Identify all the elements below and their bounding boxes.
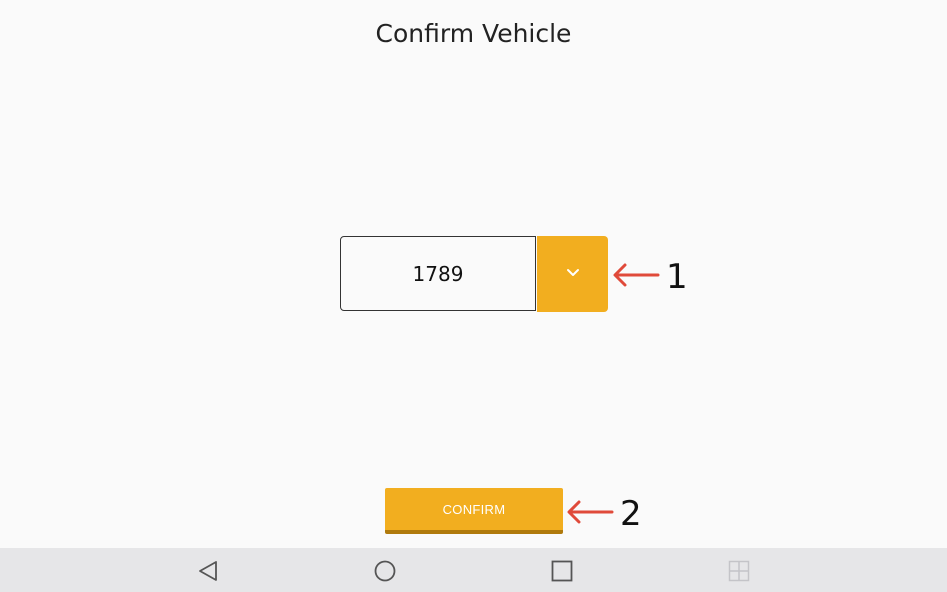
arrow-left-icon xyxy=(612,257,660,297)
split-screen-icon[interactable] xyxy=(726,558,752,584)
back-icon[interactable] xyxy=(195,558,221,584)
system-navigation-bar xyxy=(0,548,947,592)
recents-icon[interactable] xyxy=(549,558,575,584)
confirm-button[interactable]: CONFIRM xyxy=(385,488,563,534)
annotation-number: 2 xyxy=(620,494,642,534)
vehicle-dropdown-button[interactable] xyxy=(537,236,608,312)
arrow-left-icon xyxy=(566,494,614,534)
chevron-down-icon xyxy=(566,265,580,283)
annotation-marker-1: 1 xyxy=(612,257,688,297)
home-icon[interactable] xyxy=(372,558,398,584)
annotation-number: 1 xyxy=(666,257,688,297)
vehicle-number-field[interactable]: 1789 xyxy=(340,236,536,311)
page-title: Confirm Vehicle xyxy=(375,19,572,48)
annotation-marker-2: 2 xyxy=(566,494,642,534)
